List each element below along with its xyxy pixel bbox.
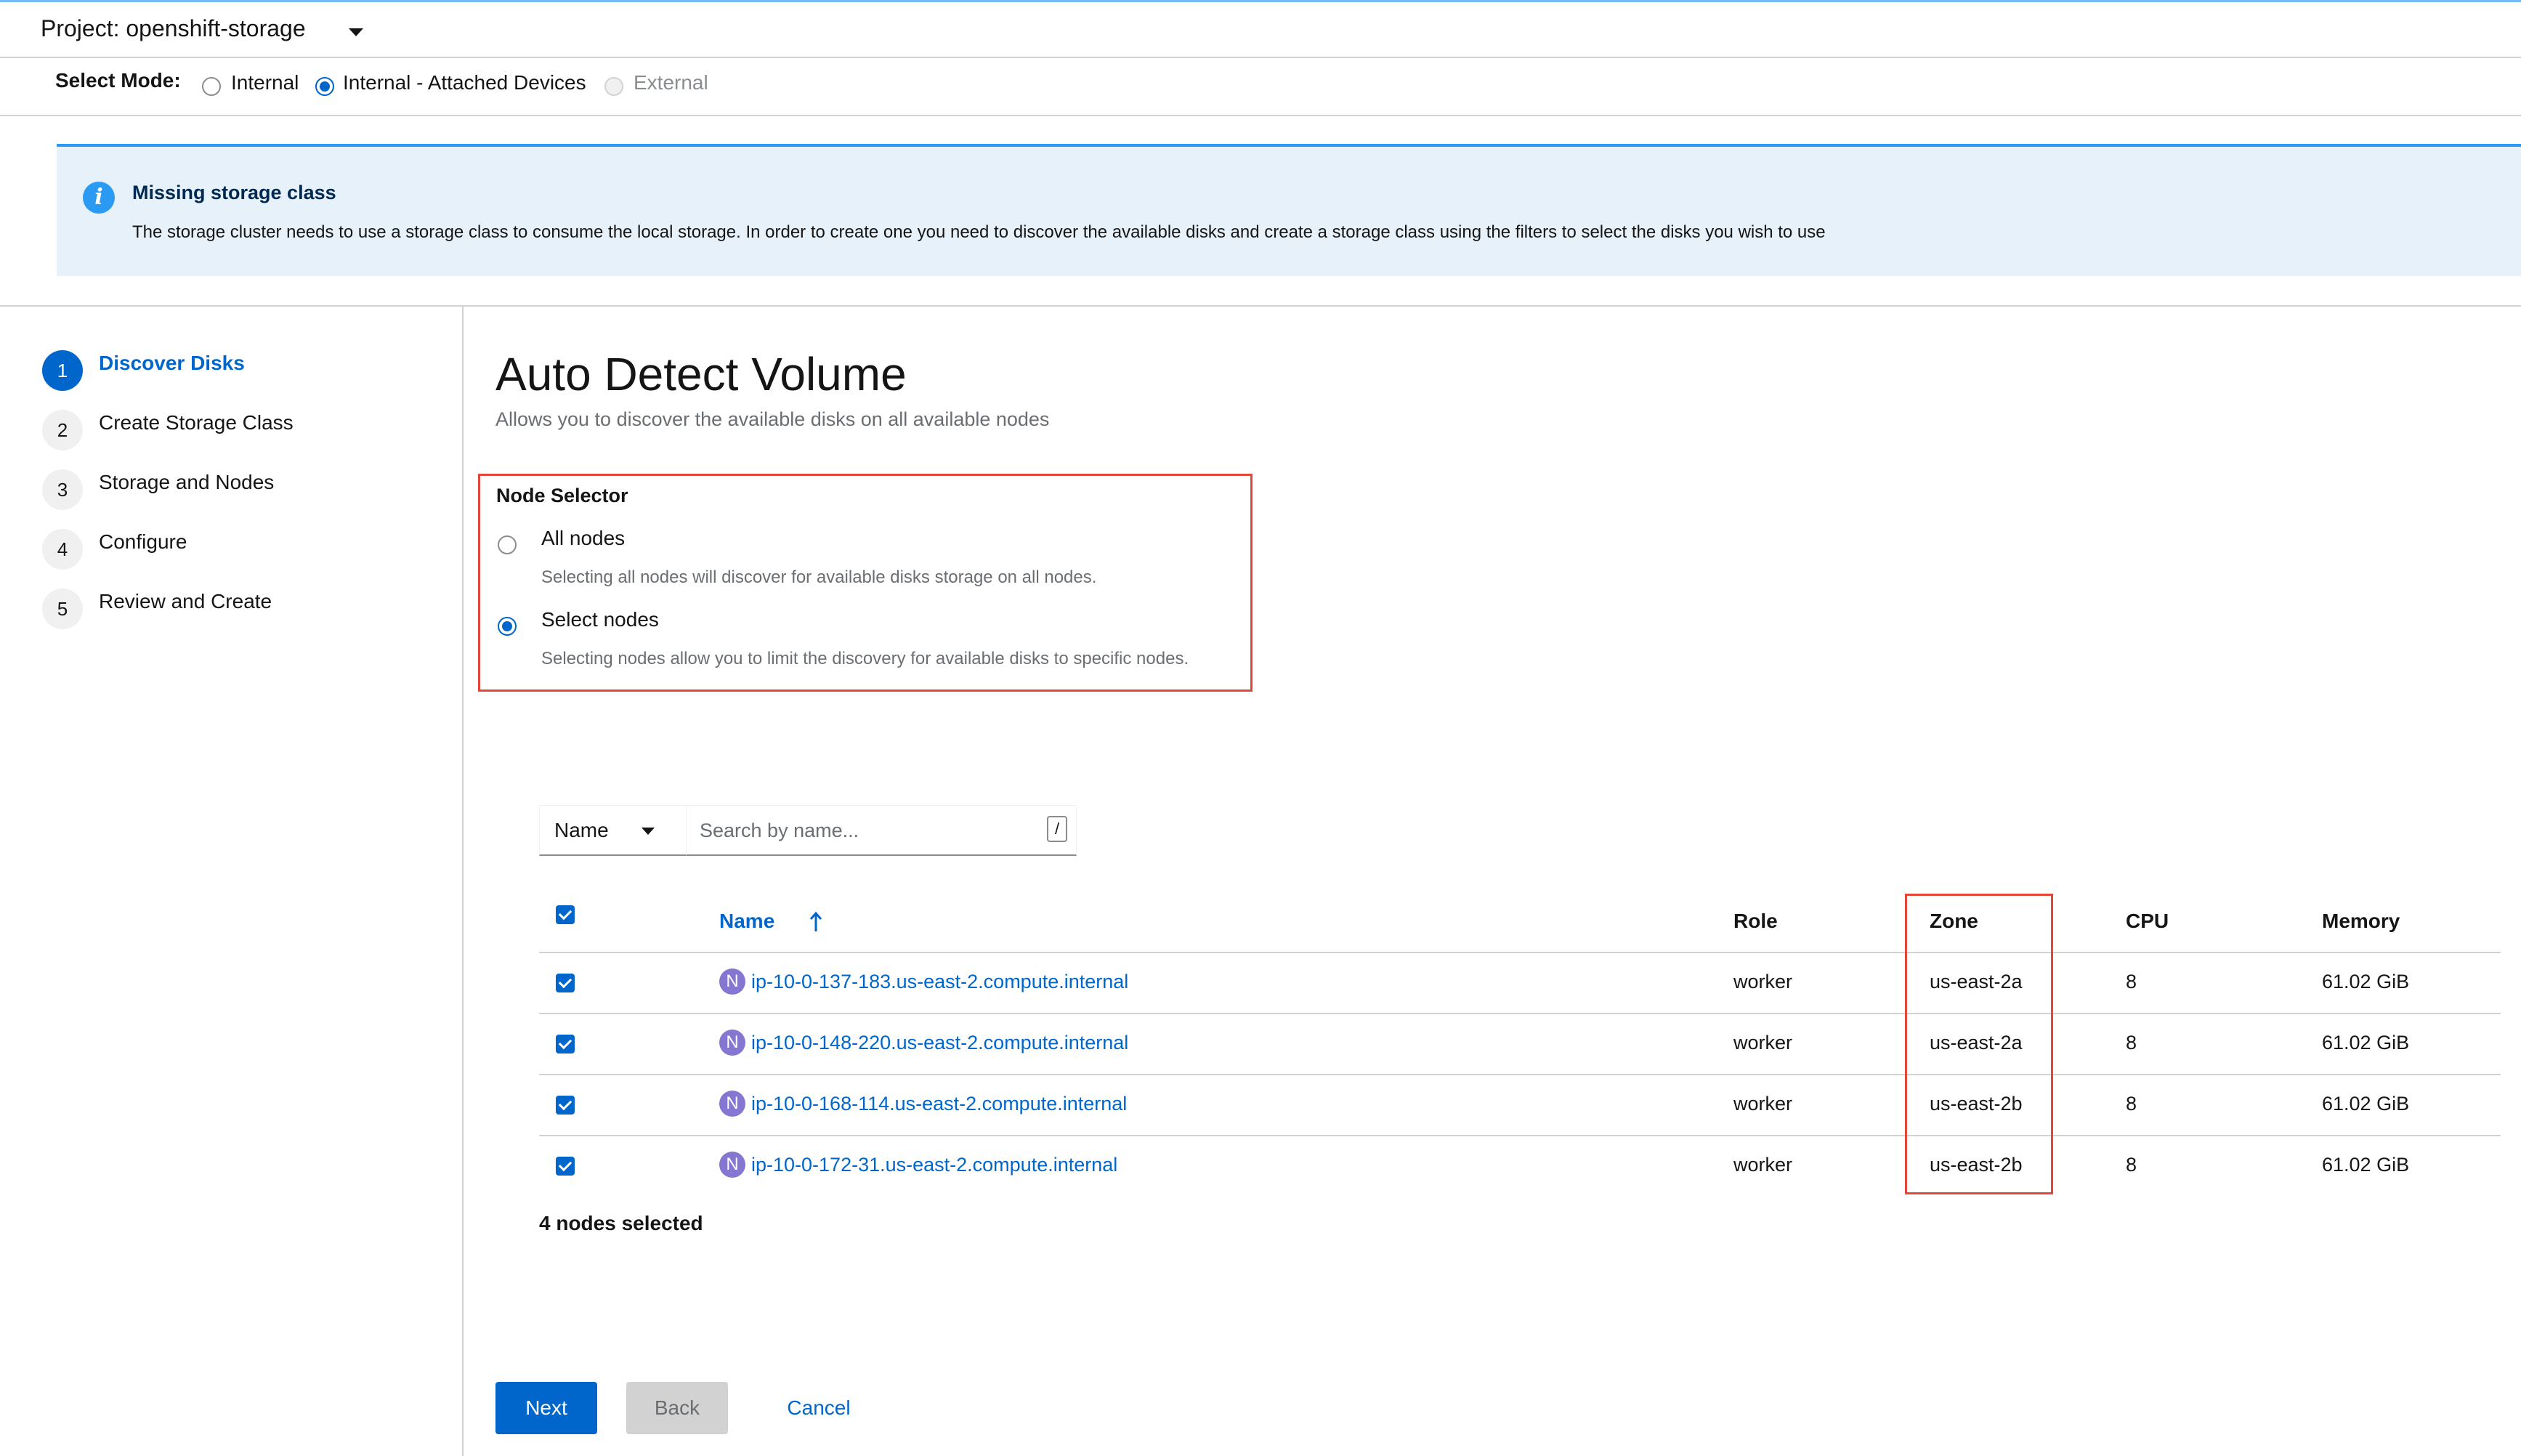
- selected-count: 4 nodes selected: [539, 1212, 703, 1234]
- node-selector-group: Node Selector All nodes Selecting all no…: [478, 474, 1253, 692]
- wizard-nav-divider: [462, 307, 464, 1456]
- table-row: N ip-10-0-172-31.us-east-2.compute.inter…: [539, 1136, 2501, 1196]
- project-bar: Project: openshift-storage: [0, 0, 2521, 58]
- mode-label: Select Mode:: [55, 69, 181, 92]
- step-number: 5: [42, 589, 83, 629]
- search-input[interactable]: [700, 816, 1027, 845]
- next-button[interactable]: Next: [495, 1382, 597, 1434]
- mode-radio-internal[interactable]: [202, 77, 221, 96]
- caret-down-icon[interactable]: [349, 28, 363, 36]
- node-memory: 61.02 GiB: [2322, 1093, 2410, 1115]
- mode-option-label[interactable]: Internal: [231, 71, 299, 94]
- node-name-link[interactable]: ip-10-0-172-31.us-east-2.compute.interna…: [751, 1154, 1117, 1176]
- all-nodes-radio[interactable]: [498, 535, 517, 554]
- zone-column-highlight: [1905, 894, 2053, 1194]
- mode-radio-external: [604, 77, 623, 96]
- mode-bar: Select Mode: Internal Internal - Attache…: [0, 58, 2521, 116]
- arrow-up-icon[interactable]: [806, 910, 825, 934]
- row-checkbox[interactable]: [556, 1035, 575, 1053]
- wizard-step-configure[interactable]: Configure: [99, 530, 187, 554]
- select-nodes-description: Selecting nodes allow you to limit the d…: [541, 649, 1189, 668]
- node-cpu: 8: [2126, 1154, 2137, 1176]
- node-badge-icon: N: [719, 1091, 745, 1117]
- info-icon: i: [83, 182, 115, 214]
- select-nodes-label[interactable]: Select nodes: [541, 608, 659, 631]
- column-header-name[interactable]: Name: [719, 910, 774, 933]
- all-nodes-description: Selecting all nodes will discover for av…: [541, 567, 1097, 587]
- node-name-link[interactable]: ip-10-0-148-220.us-east-2.compute.intern…: [751, 1032, 1128, 1054]
- node-memory: 61.02 GiB: [2322, 1032, 2410, 1053]
- row-checkbox[interactable]: [556, 974, 575, 992]
- node-role: worker: [1733, 971, 1793, 992]
- node-cpu: 8: [2126, 1093, 2137, 1115]
- wizard-step-storage-and-nodes[interactable]: Storage and Nodes: [99, 471, 274, 494]
- node-name-link[interactable]: ip-10-0-137-183.us-east-2.compute.intern…: [751, 971, 1128, 993]
- node-badge-icon: N: [719, 1152, 745, 1178]
- filter-type-select[interactable]: Name: [539, 805, 686, 856]
- node-selector-title: Node Selector: [496, 485, 628, 506]
- search-box: /: [686, 805, 1077, 856]
- node-role: worker: [1733, 1154, 1793, 1176]
- node-badge-icon: N: [719, 968, 745, 995]
- node-role: worker: [1733, 1032, 1793, 1053]
- table-row: N ip-10-0-168-114.us-east-2.compute.inte…: [539, 1075, 2501, 1135]
- node-role: worker: [1733, 1093, 1793, 1115]
- node-cpu: 8: [2126, 1032, 2137, 1053]
- select-nodes-radio[interactable]: [498, 617, 517, 636]
- node-memory: 61.02 GiB: [2322, 971, 2410, 992]
- table-row: N ip-10-0-148-220.us-east-2.compute.inte…: [539, 1014, 2501, 1074]
- node-cpu: 8: [2126, 971, 2137, 992]
- alert-body: The storage cluster needs to use a stora…: [132, 222, 1826, 242]
- page-title: Auto Detect Volume: [495, 348, 907, 400]
- filter-type-label: Name: [554, 819, 609, 841]
- cancel-button[interactable]: Cancel: [772, 1382, 866, 1434]
- step-number: 4: [42, 529, 83, 570]
- column-header-cpu[interactable]: CPU: [2126, 910, 2169, 933]
- row-checkbox[interactable]: [556, 1157, 575, 1176]
- back-button: Back: [626, 1382, 728, 1434]
- column-header-role[interactable]: Role: [1733, 910, 1778, 933]
- mode-option-label[interactable]: Internal - Attached Devices: [343, 71, 586, 94]
- select-all-checkbox[interactable]: [556, 905, 575, 924]
- step-number: 2: [42, 410, 83, 450]
- caret-down-icon: [642, 828, 655, 835]
- table-row: N ip-10-0-137-183.us-east-2.compute.inte…: [539, 953, 2501, 1013]
- all-nodes-label[interactable]: All nodes: [541, 527, 625, 550]
- step-number: 3: [42, 469, 83, 510]
- node-badge-icon: N: [719, 1030, 745, 1056]
- node-memory: 61.02 GiB: [2322, 1154, 2410, 1176]
- step-number: 1: [42, 350, 83, 391]
- wizard-step-review-and-create[interactable]: Review and Create: [99, 590, 272, 613]
- project-selector[interactable]: Project: openshift-storage: [41, 15, 306, 42]
- alert-title: Missing storage class: [132, 182, 336, 203]
- mode-radio-attached-devices[interactable]: [315, 77, 334, 96]
- mode-option-label: External: [634, 71, 708, 94]
- info-alert: i Missing storage class The storage clus…: [57, 144, 2521, 276]
- node-name-link[interactable]: ip-10-0-168-114.us-east-2.compute.intern…: [751, 1093, 1127, 1115]
- wizard-nav: 1 Discover Disks 2 Create Storage Class …: [0, 307, 462, 670]
- row-checkbox[interactable]: [556, 1096, 575, 1115]
- wizard-step-create-storage-class[interactable]: Create Storage Class: [99, 411, 294, 434]
- column-header-memory[interactable]: Memory: [2322, 910, 2400, 933]
- keyboard-shortcut-hint: /: [1047, 816, 1067, 842]
- wizard-step-discover-disks[interactable]: Discover Disks: [99, 352, 245, 375]
- page-subtitle: Allows you to discover the available dis…: [495, 408, 1050, 430]
